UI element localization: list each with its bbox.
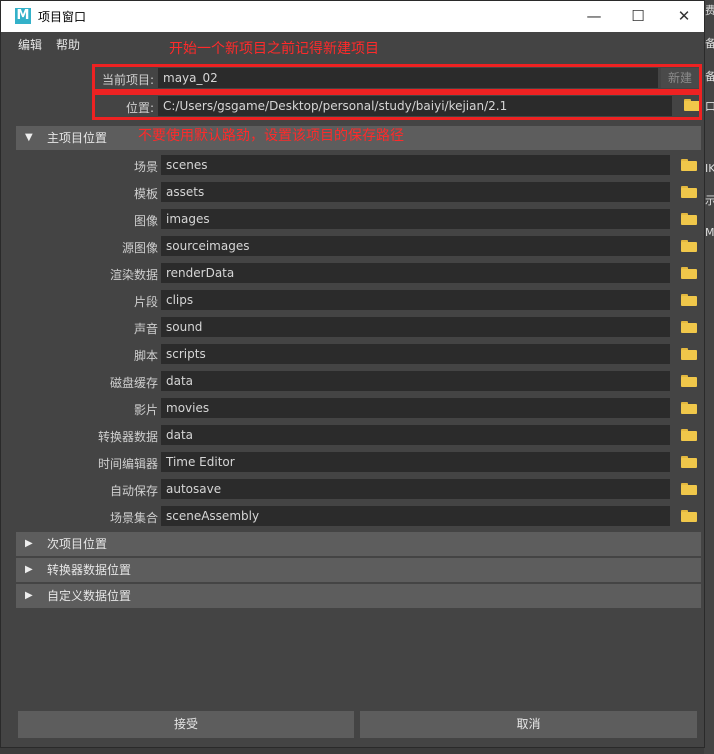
cancel-button[interactable]: 取消: [360, 711, 697, 738]
row-label: 场景: [133, 160, 158, 174]
section-title: 次项目位置: [47, 537, 108, 551]
row-field[interactable]: data: [161, 425, 670, 445]
folder-icon[interactable]: [681, 348, 697, 360]
section-title: 主项目位置: [47, 131, 108, 145]
minimize-button[interactable]: —: [571, 1, 617, 32]
annotation-new-project: 开始一个新项目之前记得新建项目: [169, 41, 379, 57]
row-field[interactable]: sound: [161, 317, 670, 337]
background-fragment: IK: [705, 162, 714, 175]
window-title: 项目窗口: [38, 10, 87, 24]
close-button[interactable]: ✕: [661, 1, 707, 32]
background-fragment: 示: [705, 194, 714, 207]
row-field[interactable]: sceneAssembly: [161, 506, 670, 526]
folder-icon[interactable]: [681, 240, 697, 252]
row-label: 影片: [133, 403, 158, 417]
background-fragment: M: [705, 226, 714, 239]
folder-icon[interactable]: [681, 321, 697, 333]
row-label: 时间编辑器: [97, 457, 158, 471]
row-field[interactable]: assets: [161, 182, 670, 202]
row-label: 源图像: [121, 241, 158, 255]
section-title: 转换器数据位置: [47, 563, 132, 577]
triangle-right-icon: ▶: [25, 538, 33, 549]
row-label: 脚本: [133, 349, 158, 363]
folder-icon[interactable]: [681, 213, 697, 225]
row-label: 渲染数据: [109, 268, 158, 282]
project-window: M 项目窗口 — ☐ ✕ 编辑 帮助 开始一个新项目之前记得新建项目 当前项目:…: [0, 0, 705, 748]
row-label: 模板: [133, 187, 158, 201]
row-label: 片段: [133, 295, 158, 309]
row-field[interactable]: clips: [161, 290, 670, 310]
row-label: 场景集合: [109, 511, 158, 525]
menu-help[interactable]: 帮助: [56, 36, 80, 53]
annotation-highlight-project: [92, 64, 702, 92]
background-fragment: 口: [705, 100, 714, 113]
background-fragment: 备: [705, 70, 714, 83]
row-field[interactable]: autosave: [161, 479, 670, 499]
background-fragment: 备: [705, 37, 714, 50]
row-label: 自动保存: [109, 484, 158, 498]
triangle-right-icon: ▶: [25, 564, 33, 575]
maya-app-icon: M: [15, 8, 31, 24]
folder-icon[interactable]: [681, 159, 697, 171]
menu-edit[interactable]: 编辑: [18, 36, 42, 53]
triangle-right-icon: ▶: [25, 590, 33, 601]
section-secondary-locations[interactable]: ▶ 次项目位置: [16, 532, 701, 556]
folder-icon[interactable]: [681, 483, 697, 495]
background-app-strip: 费 备 备 口 IK 示 M: [704, 0, 714, 754]
row-field[interactable]: images: [161, 209, 670, 229]
row-field[interactable]: scenes: [161, 155, 670, 175]
triangle-down-icon: ▼: [25, 132, 33, 143]
folder-icon[interactable]: [681, 294, 697, 306]
accept-button[interactable]: 接受: [18, 711, 354, 738]
row-label: 图像: [133, 214, 158, 228]
annotation-path: 不要使用默认路劲，设置该项目的保存路径: [138, 128, 404, 144]
row-field[interactable]: scripts: [161, 344, 670, 364]
section-custom-data-locations[interactable]: ▶ 自定义数据位置: [16, 584, 701, 608]
folder-icon[interactable]: [681, 402, 697, 414]
folder-icon[interactable]: [681, 267, 697, 279]
row-field[interactable]: renderData: [161, 263, 670, 283]
folder-icon[interactable]: [681, 186, 697, 198]
maximize-button[interactable]: ☐: [615, 1, 661, 32]
row-label: 声音: [133, 322, 158, 336]
row-label: 磁盘缓存: [109, 376, 158, 390]
section-title: 自定义数据位置: [47, 589, 132, 603]
folder-icon[interactable]: [681, 429, 697, 441]
section-translator-data-locations[interactable]: ▶ 转换器数据位置: [16, 558, 701, 582]
folder-icon[interactable]: [681, 510, 697, 522]
row-field[interactable]: data: [161, 371, 670, 391]
row-field[interactable]: movies: [161, 398, 670, 418]
row-label: 转换器数据: [97, 430, 158, 444]
folder-icon[interactable]: [681, 375, 697, 387]
dialog-footer: 接受 取消: [1, 701, 704, 747]
row-field[interactable]: sourceimages: [161, 236, 670, 256]
row-field[interactable]: Time Editor: [161, 452, 670, 472]
annotation-highlight-location: [92, 92, 702, 120]
title-bar[interactable]: M 项目窗口 — ☐ ✕: [1, 1, 704, 32]
folder-icon[interactable]: [681, 456, 697, 468]
